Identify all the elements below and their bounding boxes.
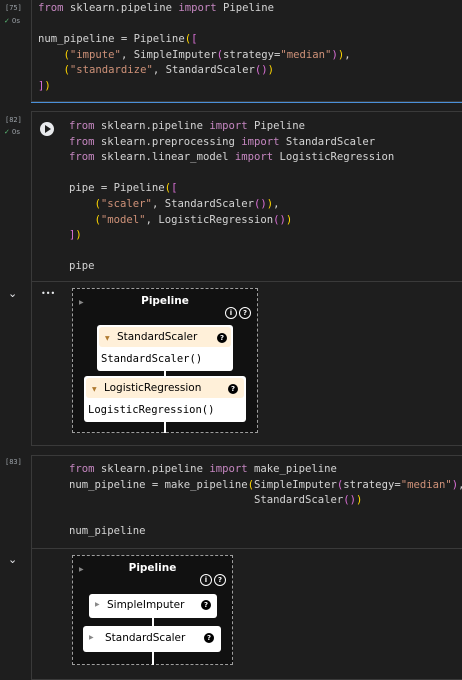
status-time: 0s (11, 128, 20, 136)
step-repr: LogisticRegression() (88, 404, 215, 416)
pipeline-diagram: ▶ Pipeline i? ▶ SimpleImputer ? ▶ Standa… (72, 555, 233, 665)
step-standard-scaler[interactable]: ▼ StandardScaler ? StandardScaler() (97, 325, 233, 371)
step-name: LogisticRegression (103, 382, 202, 394)
help-icon[interactable]: ? (214, 574, 226, 586)
status-ok: ✓ 0s (4, 128, 20, 136)
run-cell-button[interactable] (40, 122, 54, 136)
step-header[interactable]: ▼ StandardScaler (99, 327, 231, 347)
code-editor[interactable]: from sklearn.pipeline import Pipeline fr… (69, 119, 394, 275)
expand-icon: ▼ (105, 335, 110, 342)
expand-icon: ▶ (95, 601, 100, 608)
status-ok: ✓ 0s (4, 17, 20, 25)
step-name: StandardScaler (116, 331, 198, 343)
step-name: StandardScaler (105, 632, 186, 644)
exec-count: [82] (5, 116, 22, 124)
expand-icon: ▼ (92, 386, 97, 393)
help-icon[interactable]: ? (201, 600, 211, 610)
connector-line (164, 422, 166, 433)
chevron-down-icon[interactable]: ⌄ (8, 553, 17, 566)
output-divider (31, 548, 462, 549)
help-icon[interactable]: ? (228, 384, 238, 394)
step-simple-imputer[interactable]: ▶ SimpleImputer ? (89, 594, 217, 618)
help-icon[interactable]: ? (204, 633, 214, 643)
info-icon[interactable]: i (225, 307, 237, 319)
step-repr: StandardScaler() (101, 353, 203, 365)
exec-count: [83] (5, 458, 22, 466)
help-icon[interactable]: ? (217, 333, 227, 343)
step-name: SimpleImputer (107, 599, 185, 611)
output-divider (31, 281, 462, 282)
step-header[interactable]: ▼ LogisticRegression (86, 378, 244, 398)
connector-line (152, 618, 154, 626)
pipeline-title[interactable]: Pipeline (73, 562, 232, 574)
help-icon[interactable]: ? (239, 307, 251, 319)
expand-icon: ▶ (89, 634, 94, 641)
code-editor[interactable]: from sklearn.pipeline import make_pipeli… (69, 462, 462, 540)
cell-focus-line (31, 102, 462, 103)
code-editor[interactable]: from sklearn.pipeline import Pipeline nu… (38, 1, 351, 95)
exec-count: [75] (5, 4, 22, 12)
step-logistic-regression[interactable]: ▼ LogisticRegression ? LogisticRegressio… (84, 376, 246, 422)
pipeline-diagram: ▶ Pipeline i? ▼ StandardScaler ? Standar… (72, 288, 258, 433)
chevron-down-icon[interactable]: ⌄ (8, 287, 17, 300)
info-icon[interactable]: i (200, 574, 212, 586)
step-standard-scaler[interactable]: ▶ StandardScaler ? (83, 626, 221, 652)
status-time: 0s (11, 17, 20, 25)
output-menu-icon[interactable]: ••• (41, 289, 55, 298)
pipeline-icons: i? (198, 574, 226, 586)
connector-line (152, 652, 154, 665)
pipeline-icons: i? (223, 307, 251, 319)
pipeline-title[interactable]: Pipeline (73, 295, 257, 307)
